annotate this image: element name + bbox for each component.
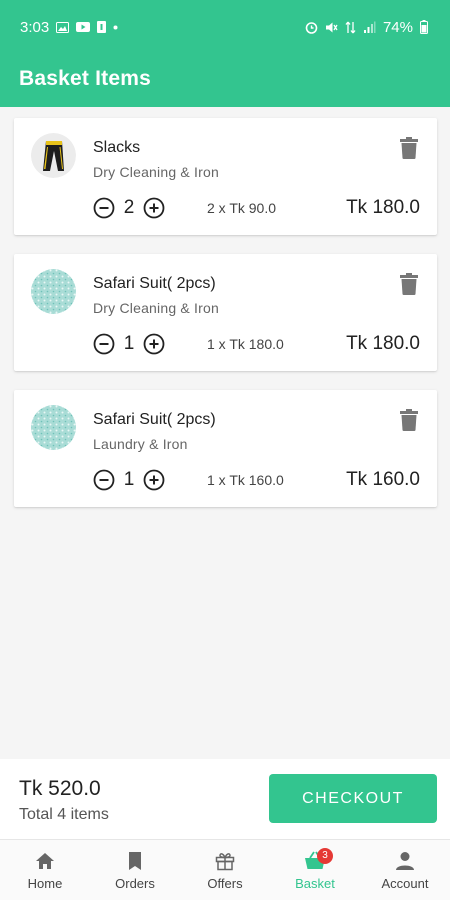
increase-quantity-button[interactable] [143,197,165,219]
youtube-icon [76,22,91,32]
unit-price: 1 x Tk 160.0 [207,472,284,488]
delete-icon[interactable] [400,137,418,159]
gift-icon [215,853,235,871]
quantity-stepper: 2 [93,197,165,219]
decrease-quantity-button[interactable] [93,333,115,355]
line-total: Tk 180.0 [346,333,420,354]
dot-icon [113,25,118,30]
quantity-value: 1 [123,333,135,354]
bookmark-icon [129,852,141,870]
nav-label: Basket [295,876,335,891]
decrease-quantity-button[interactable] [93,469,115,491]
item-name: Safari Suit( 2pcs) [93,275,216,292]
checkout-button[interactable]: CHECKOUT [269,774,437,823]
line-total: Tk 180.0 [346,197,420,218]
increase-quantity-button[interactable] [143,469,165,491]
nav-item-home[interactable]: Home [0,840,90,900]
item-service: Dry Cleaning & Iron [93,164,219,180]
home-icon [36,853,54,869]
page-title: Basket Items [19,67,151,90]
alarm-icon [305,21,318,34]
item-service: Laundry & Iron [93,436,188,452]
basket-summary: Tk 520.0 Total 4 items CHECKOUT [0,759,450,839]
nav-label: Account [381,876,429,891]
basket-count-badge: 3 [317,848,333,864]
quantity-stepper: 1 [93,333,165,355]
item-name: Safari Suit( 2pcs) [93,411,216,428]
quantity-value: 2 [123,197,135,218]
safari-suit-image [31,405,76,450]
quantity-value: 1 [123,469,135,490]
battery-icon [420,20,428,34]
status-time: 3:03 [20,18,50,36]
basket-list: Slacks Dry Cleaning & Iron 2 2 x Tk 90.0… [14,118,437,526]
decrease-quantity-button[interactable] [93,197,115,219]
app-header: 3:03 74% Basket Items [0,0,450,107]
increase-quantity-button[interactable] [143,333,165,355]
nav-label: Offers [207,876,243,891]
item-service: Dry Cleaning & Iron [93,300,219,316]
data-icon [345,21,356,34]
quantity-stepper: 1 [93,469,165,491]
total-items: Total 4 items [19,806,109,823]
notification-icon [97,21,107,33]
basket-item-card: Slacks Dry Cleaning & Iron 2 2 x Tk 90.0… [14,118,437,235]
basket-item-card: Safari Suit( 2pcs) Dry Cleaning & Iron 1… [14,254,437,371]
mute-icon [325,21,338,34]
nav-item-offers[interactable]: Offers [180,840,270,900]
unit-price: 2 x Tk 90.0 [207,200,277,216]
line-total: Tk 160.0 [346,469,420,490]
basket-item-card: Safari Suit( 2pcs) Laundry & Iron 1 1 x … [14,390,437,507]
gallery-icon [56,21,70,33]
delete-icon[interactable] [400,273,418,295]
delete-icon[interactable] [400,409,418,431]
unit-price: 1 x Tk 180.0 [207,336,284,352]
total-price: Tk 520.0 [19,777,101,800]
nav-item-basket[interactable]: 3 Basket [270,840,360,900]
nav-label: Orders [115,876,155,891]
nav-item-account[interactable]: Account [360,840,450,900]
battery-percent: 74% [382,18,413,36]
nav-item-orders[interactable]: Orders [90,840,180,900]
item-name: Slacks [93,139,141,156]
status-bar: 3:03 74% [0,0,450,54]
safari-suit-image [31,269,76,314]
signal-icon [363,21,376,34]
bottom-nav: Home Orders Offers 3 Basket Account [0,839,450,900]
person-icon [396,852,414,870]
slacks-image [31,133,76,178]
nav-label: Home [27,876,63,891]
